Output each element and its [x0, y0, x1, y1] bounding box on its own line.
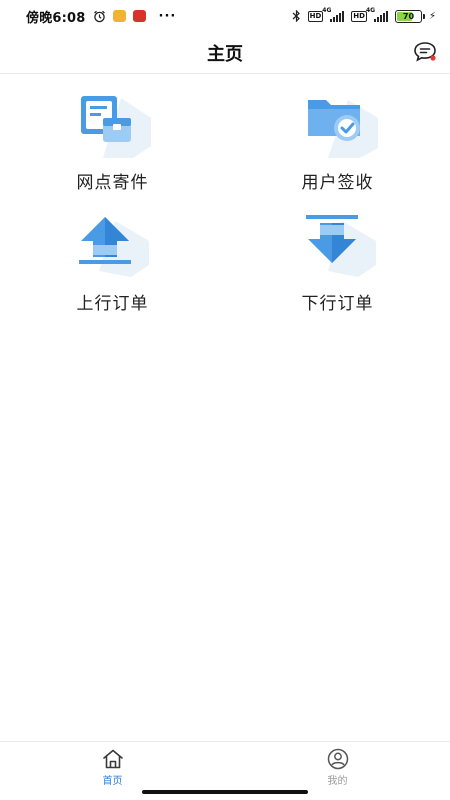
upload-order-icon: [78, 217, 149, 277]
network-type: 4G: [322, 6, 332, 14]
more-notifications-icon: ···: [158, 8, 177, 24]
network-type-2: 4G: [365, 6, 376, 14]
user-sign-icon: [307, 100, 378, 158]
hd-badge-2: HD: [351, 10, 367, 22]
notification-app-icon-red: [132, 10, 146, 22]
user-profile-icon: [327, 748, 348, 770]
bluetooth-icon: [292, 10, 300, 22]
signal-icon: 4G: [322, 7, 345, 22]
status-time: 傍晚6:08: [26, 10, 86, 26]
menu-item-download-order[interactable]: 下行订单: [225, 209, 450, 330]
menu-item-upload-order[interactable]: 上行订单: [0, 209, 225, 330]
menu-grid: 网点寄件 用户签收 上行订单 下行订单: [0, 88, 450, 330]
hd-badge: HD: [307, 10, 324, 22]
gesture-bar[interactable]: [142, 790, 308, 794]
page-title: 主页: [207, 43, 243, 65]
menu-item-user-sign[interactable]: 用户签收: [225, 88, 450, 209]
menu-item-label: 用户签收: [301, 173, 374, 193]
message-icon: [414, 42, 436, 62]
nav-mine-label: 我的: [327, 776, 348, 787]
menu-item-label: 上行订单: [76, 294, 149, 314]
menu-item-label: 网点寄件: [76, 173, 149, 193]
nav-home-label: 首页: [102, 776, 123, 787]
page-header: 主页: [0, 32, 450, 74]
charging-icon: ⚡: [428, 10, 436, 22]
alarm-icon: [93, 10, 105, 22]
home-icon: [102, 749, 123, 769]
battery-level: 70: [402, 11, 415, 21]
status-bar: 傍晚6:08 ··· HD 4G HD 4G 70 ⚡: [0, 0, 450, 32]
status-bar-right: HD 4G HD 4G 70 ⚡: [292, 7, 436, 23]
notification-app-icon: [112, 10, 126, 22]
status-bar-left: 傍晚6:08 ···: [26, 7, 176, 26]
menu-item-label: 下行订单: [301, 294, 374, 314]
app-screen: 傍晚6:08 ··· HD 4G HD 4G 70 ⚡ 主页 网点寄件 用户签收…: [0, 0, 450, 800]
message-button[interactable]: [412, 40, 438, 64]
signal-icon-2: 4G: [366, 7, 388, 22]
menu-item-outlet-send[interactable]: 网点寄件: [0, 88, 225, 209]
download-order-icon: [305, 215, 376, 277]
outlet-send-icon: [80, 96, 151, 158]
battery-icon: 70: [394, 9, 425, 23]
